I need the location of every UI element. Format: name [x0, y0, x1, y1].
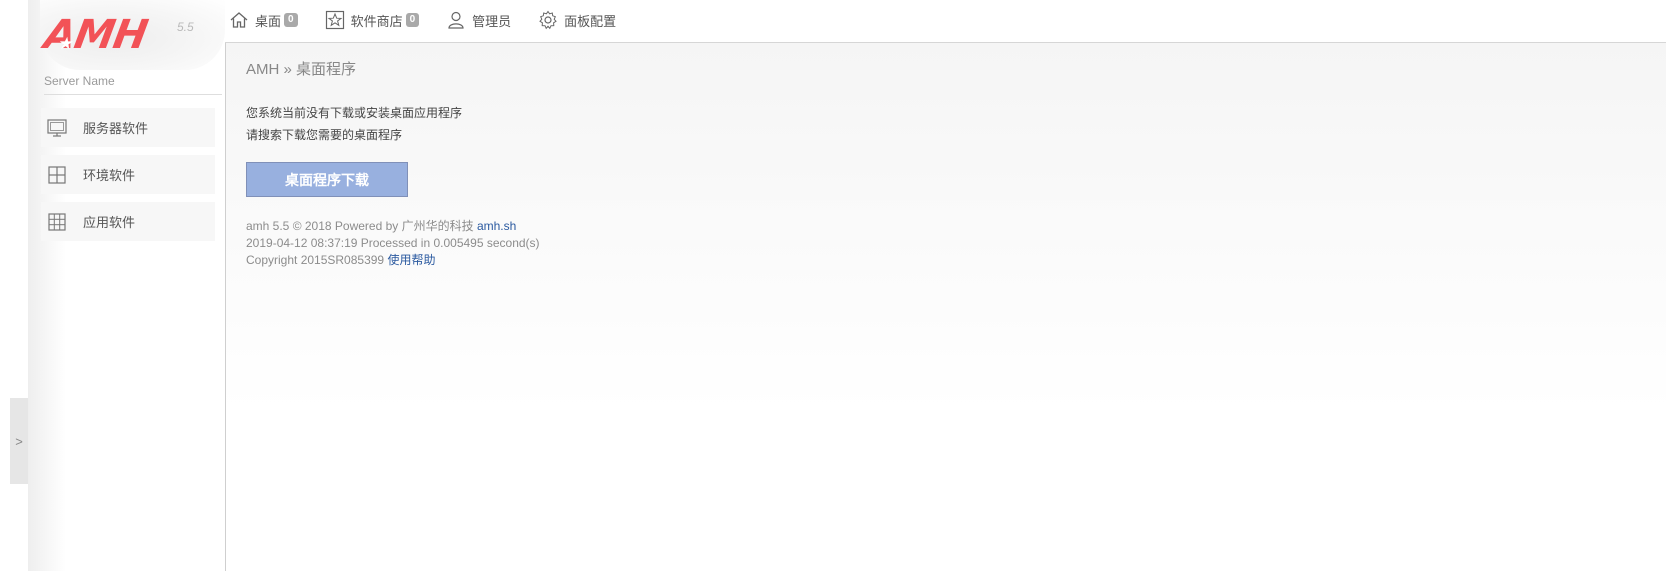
sidebar-item-label: 环境软件: [83, 168, 136, 183]
version-label: 5.5: [177, 20, 194, 34]
top-navbar: 桌面 0 软件商店 0 管理员 面板配置: [225, 0, 1666, 43]
side-menu: 服务器软件 环境软件 应用软件: [41, 108, 215, 249]
nav-software-store-label: 软件商店: [350, 13, 403, 29]
sidebar: AMH ★ 5.5 Server Name 服务器软件 环境软件 应用软件: [40, 0, 225, 571]
server-name: Server Name: [44, 74, 222, 95]
nav-desktop-badge: 0: [284, 13, 298, 27]
empty-message: 您系统当前没有下载或安装桌面应用程序 请搜索下载您需要的桌面程序: [246, 102, 462, 146]
sidebar-item-label: 服务器软件: [83, 121, 149, 136]
top-nav: 桌面 0 软件商店 0 管理员 面板配置: [229, 10, 643, 30]
nav-panel-config-label: 面板配置: [564, 13, 617, 29]
user-icon: [448, 11, 464, 29]
logo[interactable]: AMH ★: [41, 12, 150, 58]
nav-admin-label: 管理员: [472, 13, 512, 29]
amh-site-link[interactable]: amh.sh: [477, 219, 516, 233]
message-line-2: 请搜索下载您需要的桌面程序: [246, 128, 403, 142]
page: > AMH ★ 5.5 Server Name 服务器软件 环境软件 应用软件 …: [0, 0, 1666, 571]
footer-line-1: amh 5.5 © 2018 Powered by 广州华的科技 amh.sh: [246, 218, 540, 235]
nav-desktop-label: 桌面: [255, 13, 282, 29]
sidebar-item-server-software[interactable]: 服务器软件: [41, 108, 215, 147]
nav-software-store[interactable]: 软件商店 0: [325, 10, 420, 30]
nav-panel-config[interactable]: 面板配置: [538, 10, 616, 30]
footer-powered-by: amh 5.5 © 2018 Powered by 广州华的科技: [246, 219, 474, 233]
window-grid-icon: [48, 165, 66, 184]
gear-icon: [539, 10, 557, 30]
footer: amh 5.5 © 2018 Powered by 广州华的科技 amh.sh …: [246, 218, 540, 269]
footer-copyright: Copyright 2015SR085399: [246, 253, 385, 267]
sidebar-item-application-software[interactable]: 应用软件: [41, 202, 215, 241]
sidebar-collapse-toggle[interactable]: >: [10, 398, 28, 484]
monitor-icon: [47, 118, 67, 137]
sidebar-item-environment-software[interactable]: 环境软件: [41, 155, 215, 194]
nav-software-store-badge: 0: [405, 13, 420, 27]
star-icon: [325, 10, 344, 30]
sidebar-item-label: 应用软件: [83, 215, 136, 230]
star-icon: ★: [56, 34, 75, 54]
home-icon: [230, 12, 248, 28]
footer-processed-time: 2019-04-12 08:37:19 Processed in 0.00549…: [246, 236, 540, 250]
nav-admin[interactable]: 管理员: [446, 10, 511, 30]
download-desktop-apps-button[interactable]: 桌面程序下载: [246, 162, 408, 197]
nav-desktop[interactable]: 桌面 0: [229, 10, 298, 30]
main-content: AMH » 桌面程序 您系统当前没有下载或安装桌面应用程序 请搜索下载您需要的桌…: [225, 43, 1666, 571]
breadcrumb: AMH » 桌面程序: [246, 61, 357, 78]
grid-icon: [48, 212, 66, 231]
logo-area: AMH ★ 5.5: [40, 0, 225, 70]
footer-line-3: Copyright 2015SR085399 使用帮助: [246, 252, 540, 269]
help-link[interactable]: 使用帮助: [387, 253, 435, 267]
message-line-1: 您系统当前没有下载或安装桌面应用程序: [246, 106, 463, 120]
